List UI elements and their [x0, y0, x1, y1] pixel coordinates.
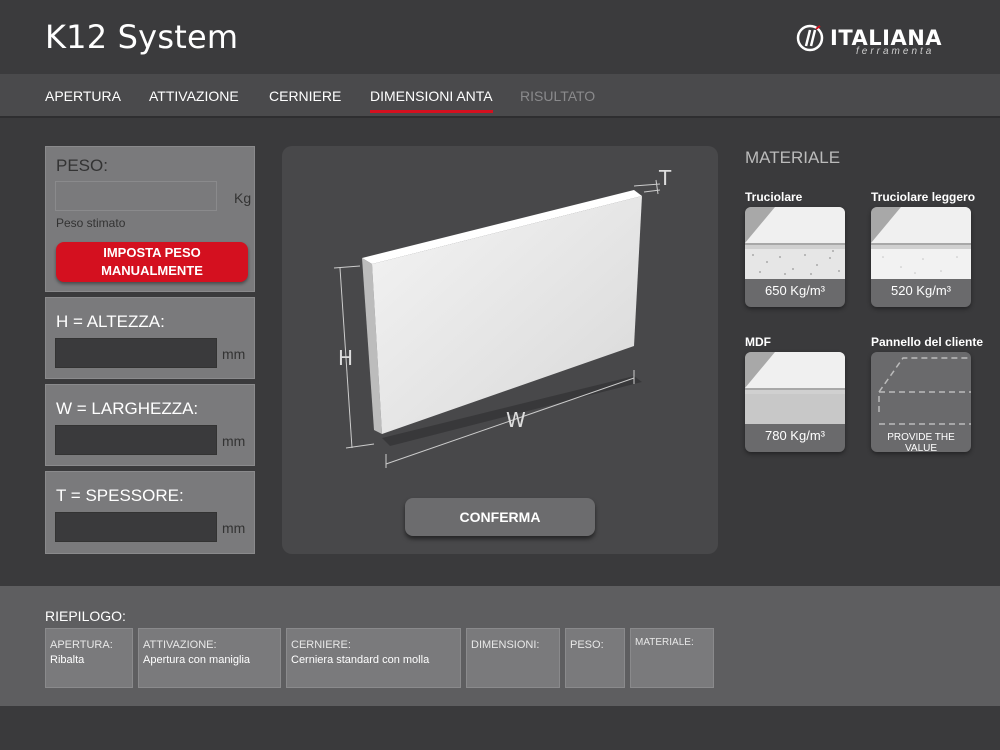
tab-risultato: RISULTATO: [520, 88, 596, 104]
material-name-truciolare-leggero: Truciolare leggero: [871, 190, 976, 204]
door-panel-diagram: [333, 179, 661, 468]
material-section-title: MATERIALE: [745, 148, 841, 167]
summary-attivazione: ATTIVAZIONE: Apertura con maniglia: [138, 628, 281, 688]
set-weight-button-line2: MANUALMENTE: [101, 263, 203, 278]
material-value-prompt: PROVIDE THE VALUE: [887, 432, 955, 452]
summary-value-attivazione: Apertura con maniglia: [143, 654, 251, 666]
summary-value-cerniere: Cerniera standard con molla: [291, 654, 430, 666]
height-dimension-label: H: [338, 346, 354, 370]
thickness-unit: mm: [222, 520, 246, 536]
material-card-mdf[interactable]: 780 Kg/m³: [745, 352, 845, 452]
height-label: H = ALTEZZA:: [56, 312, 165, 331]
summary-cerniere: CERNIERE: Cerniera standard con molla: [286, 628, 461, 688]
summary-section: RIEPILOGO: APERTURA: Ribalta ATTIVAZIONE…: [0, 586, 1000, 706]
thickness-dimension-label: T: [659, 166, 672, 190]
weight-label: PESO:: [56, 156, 108, 175]
app-title: K12 System: [45, 18, 239, 56]
tab-attivazione[interactable]: ATTIVAZIONE: [149, 88, 239, 104]
material-card-truciolare-leggero[interactable]: 520 Kg/m³: [871, 207, 971, 307]
width-dimension-label: W: [506, 408, 526, 432]
material-density-truciolare: 650 Kg/m³: [765, 283, 825, 298]
material-density-truciolare-leggero: 520 Kg/m³: [891, 283, 951, 298]
summary-label-apertura: APERTURA:: [50, 639, 113, 651]
material-name-truciolare: Truciolare: [745, 190, 803, 204]
summary-label-cerniere: CERNIERE:: [291, 639, 351, 651]
summary-materiale: MATERIALE:: [630, 628, 714, 688]
height-unit: mm: [222, 346, 246, 362]
material-density-mdf: 780 Kg/m³: [765, 428, 825, 443]
summary-dimensioni: DIMENSIONI:: [466, 628, 560, 688]
weight-unit: Kg: [234, 190, 252, 206]
app-header: K12 System ITALIANA ferramenta: [0, 0, 1000, 74]
material-card-truciolare[interactable]: 650 Kg/m³: [745, 207, 845, 307]
width-panel: W = LARGHEZZA: mm: [45, 384, 255, 466]
material-card-pannello-cliente[interactable]: PROVIDE THE VALUE: [871, 352, 971, 452]
thickness-label: T = SPESSORE:: [56, 486, 184, 505]
material-name-mdf: MDF: [745, 335, 771, 349]
brand-subtitle: ferramenta: [856, 46, 935, 57]
weight-input[interactable]: [55, 181, 217, 211]
summary-value-apertura: Ribalta: [50, 654, 85, 666]
set-weight-button-line1: IMPOSTA PESO: [103, 245, 201, 260]
summary-label-dimensioni: DIMENSIONI:: [471, 639, 540, 651]
summary-label-attivazione: ATTIVAZIONE:: [143, 639, 217, 651]
thickness-panel: T = SPESSORE: mm: [45, 471, 255, 554]
weight-note: Peso stimato: [56, 216, 126, 230]
height-input[interactable]: [55, 338, 217, 368]
thickness-input[interactable]: [55, 512, 217, 542]
set-weight-manually-button[interactable]: IMPOSTA PESO MANUALMENTE: [56, 242, 248, 282]
width-label: W = LARGHEZZA:: [56, 399, 199, 418]
material-name-pannello-cliente: Pannello del cliente: [871, 335, 984, 349]
brand-logo: ITALIANA ferramenta: [796, 22, 956, 58]
height-panel: H = ALTEZZA: mm: [45, 297, 255, 379]
summary-peso: PESO:: [565, 628, 625, 688]
step-navigation: APERTURA ATTIVAZIONE CERNIERE DIMENSIONI…: [0, 74, 1000, 118]
brand-logo-mark-icon: [796, 24, 824, 52]
width-input[interactable]: [55, 425, 217, 455]
tab-apertura[interactable]: APERTURA: [45, 88, 121, 104]
door-diagram-panel: H W T CONFERMA: [282, 146, 718, 554]
summary-label-peso: PESO:: [570, 639, 604, 651]
tab-dimensioni-anta[interactable]: DIMENSIONI ANTA: [370, 88, 493, 113]
summary-apertura: APERTURA: Ribalta: [45, 628, 133, 688]
width-unit: mm: [222, 433, 246, 449]
tab-cerniere[interactable]: CERNIERE: [269, 88, 341, 104]
summary-title: RIEPILOGO:: [45, 608, 126, 624]
summary-label-materiale: MATERIALE:: [635, 637, 694, 648]
weight-panel: PESO: Kg Peso stimato IMPOSTA PESO MANUA…: [45, 146, 255, 292]
bottom-bar: [0, 706, 1000, 750]
confirm-button[interactable]: CONFERMA: [405, 498, 595, 536]
